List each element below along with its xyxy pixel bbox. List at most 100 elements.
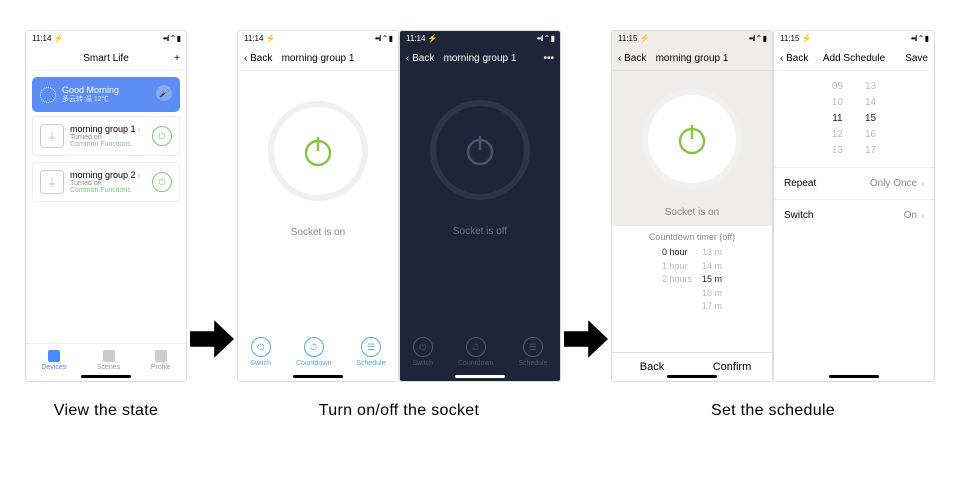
calendar-icon: ☰ (361, 337, 381, 357)
countdown-picker[interactable]: 0 hour 1 hour 2 hours 13 m 14 m 15 m 16 … (612, 246, 772, 314)
repeat-label: Repeat (784, 178, 816, 189)
repeat-row[interactable]: Repeat Only Once › (774, 167, 934, 199)
scenes-icon (103, 350, 115, 362)
page-title: morning group 1 (282, 53, 355, 64)
tab-profile[interactable]: Profile (151, 350, 171, 371)
grid-icon (48, 350, 60, 362)
phone-countdown: 11:15 ⚡ ••ıl ⌃ ▮ ‹ Back morning group 1 … (611, 30, 773, 382)
tab-countdown[interactable]: ⏱Countdown (458, 337, 493, 367)
device-name: morning group 1› (70, 124, 140, 134)
status-time: 11:14 ⚡ (32, 34, 64, 43)
status-signal: ••ıl ⌃ ▮ (911, 34, 928, 43)
socket-state-label: Socket is off (400, 226, 560, 237)
phone-add-schedule: 11:15 ⚡ ••ıl ⌃ ▮ ‹ Back Add Schedule Sav… (773, 30, 935, 382)
back-button[interactable]: ‹ Back (780, 53, 808, 64)
switch-label: Switch (784, 210, 813, 221)
chevron-right-icon: › (919, 179, 924, 188)
socket-state-label: Socket is on (238, 227, 398, 238)
bottom-tabs: ⏻Switch ⏱Countdown ☰Schedule (238, 327, 398, 381)
switch-icon: ⏻ (413, 337, 433, 357)
power-button[interactable] (430, 100, 530, 200)
back-button[interactable]: ‹ Back (618, 53, 646, 64)
countdown-title: Countdown timer (off) (612, 232, 772, 242)
plug-icon: ⏚ (40, 170, 64, 194)
phone-home: 11:14 ⚡ ••ıl ⌃ ▮ Smart Life + Good Morni… (25, 30, 187, 382)
back-button[interactable]: ‹ Back (244, 53, 272, 64)
status-bar: 11:14 ⚡ ••ıl ⌃ ▮ (238, 31, 398, 46)
tab-schedule[interactable]: ☰Schedule (356, 337, 385, 367)
status-time: 11:15 ⚡ (780, 34, 812, 43)
time-picker[interactable]: 09 10 11 12 13 13 14 15 16 17 (774, 71, 934, 167)
chevron-right-icon: › (919, 211, 924, 220)
tab-switch[interactable]: ⏻Switch (250, 337, 271, 367)
power-toggle[interactable]: ⏻ (152, 172, 172, 192)
tab-devices[interactable]: Devices (41, 350, 66, 371)
clock-icon: ⏱ (466, 337, 486, 357)
add-button[interactable]: + (174, 53, 180, 64)
navbar: ‹ Back morning group 1 ••• (400, 46, 560, 70)
device-state: Turned on (70, 180, 140, 187)
more-button[interactable]: ••• (543, 53, 554, 64)
status-signal: ••ıl ⌃ ▮ (537, 34, 554, 43)
home-indicator (455, 375, 505, 378)
arrow-icon (190, 320, 234, 361)
app-title: Smart Life (83, 53, 129, 64)
back-button[interactable]: ‹ Back (406, 53, 434, 64)
group-view-state: 11:14 ⚡ ••ıl ⌃ ▮ Smart Life + Good Morni… (25, 30, 187, 420)
caption-3: Set the schedule (711, 402, 835, 420)
group-schedule: 11:15 ⚡ ••ıl ⌃ ▮ ‹ Back morning group 1 … (611, 30, 935, 420)
status-bar: 11:14 ⚡ ••ıl ⌃ ▮ (26, 31, 186, 46)
navbar: ‹ Back Add Schedule Save (774, 46, 934, 71)
switch-icon: ⏻ (251, 337, 271, 357)
weather-title: Good Morning (62, 85, 119, 96)
status-signal: ••ıl ⌃ ▮ (163, 34, 180, 43)
mic-icon[interactable]: 🎤 (156, 85, 172, 101)
device-card-1[interactable]: ⏚ morning group 1› Turned on Common Func… (32, 116, 180, 156)
home-indicator (81, 375, 131, 378)
status-time: 11:14 ⚡ (244, 34, 276, 43)
socket-state-label: Socket is on (612, 207, 772, 218)
caption-1: View the state (54, 402, 158, 420)
device-common-functions: Common Functions (70, 141, 140, 148)
status-bar: 11:15 ⚡ ••ıl ⌃ ▮ (774, 31, 934, 46)
bottom-tabs: ⏻Switch ⏱Countdown ☰Schedule (400, 327, 560, 381)
plug-icon: ⏚ (40, 124, 64, 148)
status-signal: ••ıl ⌃ ▮ (375, 34, 392, 43)
power-button[interactable] (642, 89, 742, 189)
device-common-functions: Common Functions (70, 187, 140, 194)
tab-scenes[interactable]: Scenes (97, 350, 120, 371)
caption-2: Turn on/off the socket (319, 402, 479, 420)
calendar-icon: ☰ (523, 337, 543, 357)
home-indicator (293, 375, 343, 378)
save-button[interactable]: Save (905, 53, 928, 64)
weather-card[interactable]: Good Morning 多云转 温 12℃ 🎤 (32, 77, 180, 112)
switch-row[interactable]: Switch On › (774, 199, 934, 231)
tab-countdown[interactable]: ⏱Countdown (296, 337, 331, 367)
clock-icon: ⏱ (304, 337, 324, 357)
status-signal: ••ıl ⌃ ▮ (749, 34, 766, 43)
power-button[interactable] (268, 101, 368, 201)
home-indicator (667, 375, 717, 378)
repeat-value: Only Once (870, 178, 917, 189)
device-state: Turned on (70, 134, 140, 141)
tab-schedule[interactable]: ☰Schedule (518, 337, 547, 367)
status-bar: 11:15 ⚡ ••ıl ⌃ ▮ (612, 31, 772, 46)
home-indicator (829, 375, 879, 378)
arrow-icon (564, 320, 608, 361)
navbar-home: Smart Life + (26, 46, 186, 71)
switch-value: On (904, 210, 917, 221)
phone-socket-off: 11:14 ⚡ ••ıl ⌃ ▮ ‹ Back morning group 1 … (399, 30, 561, 382)
navbar: ‹ Back morning group 1 (238, 46, 398, 71)
page-title: Add Schedule (823, 53, 885, 64)
status-time: 11:15 ⚡ (618, 34, 650, 43)
weather-icon (40, 87, 56, 103)
profile-icon (155, 350, 167, 362)
tab-switch[interactable]: ⏻Switch (412, 337, 433, 367)
power-toggle[interactable]: ⏻ (152, 126, 172, 146)
device-card-2[interactable]: ⏚ morning group 2› Turned on Common Func… (32, 162, 180, 202)
weather-subtitle: 多云转 温 12℃ (62, 96, 119, 104)
group-toggle-socket: 11:14 ⚡ ••ıl ⌃ ▮ ‹ Back morning group 1 … (237, 30, 561, 420)
status-time: 11:14 ⚡ (406, 34, 438, 43)
device-name: morning group 2› (70, 170, 140, 180)
phone-socket-on: 11:14 ⚡ ••ıl ⌃ ▮ ‹ Back morning group 1 … (237, 30, 399, 382)
